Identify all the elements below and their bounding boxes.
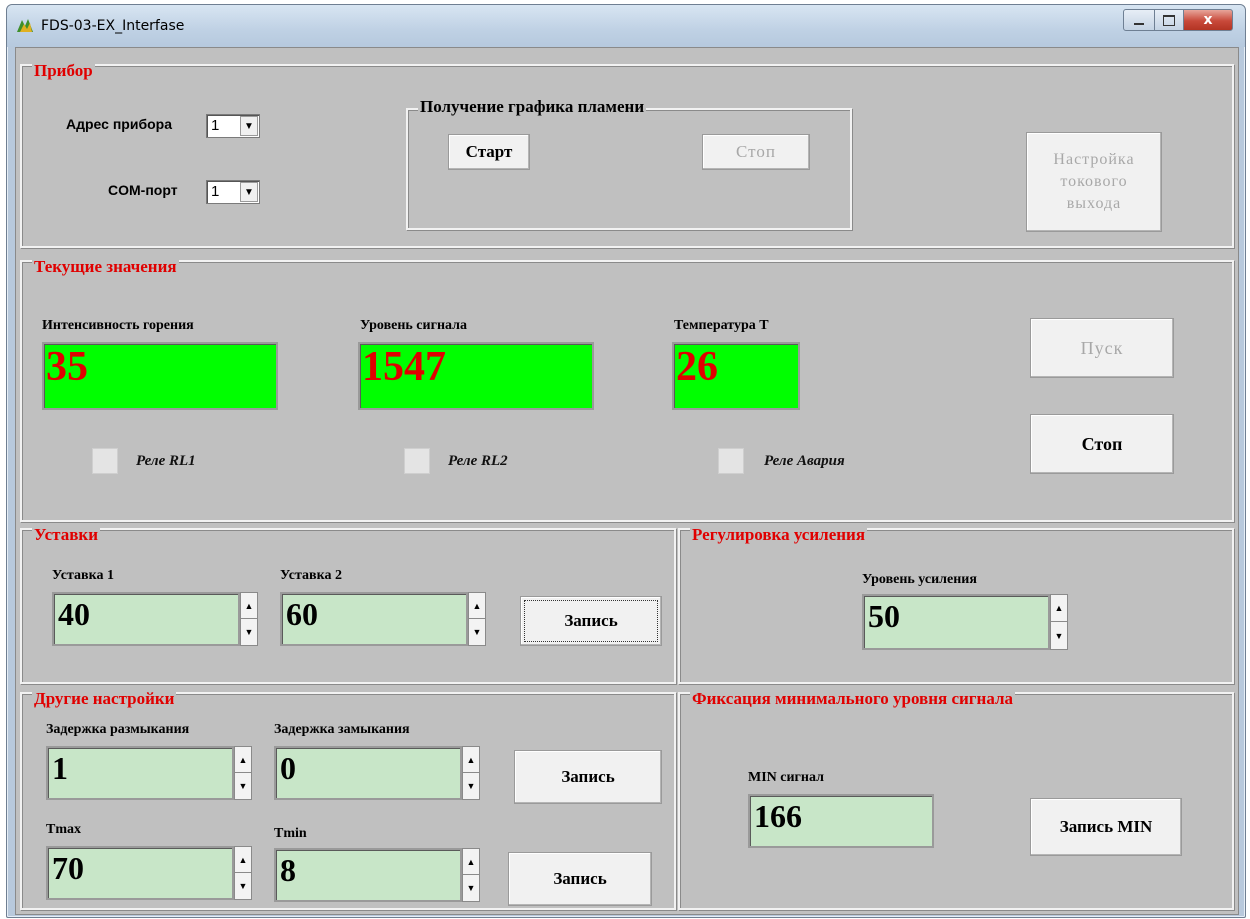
gain-group: Регулировка усиления Уровень усиления 50…	[678, 525, 1234, 684]
flame-stop-button[interactable]: Стоп	[702, 134, 810, 170]
min-signal-value: 166	[748, 794, 934, 848]
tmax-spinner[interactable]: ▲ ▼	[234, 846, 252, 900]
intensity-value: 35	[42, 342, 278, 410]
close-icon: x	[1203, 12, 1213, 28]
run-button[interactable]: Пуск	[1030, 318, 1174, 378]
setpoints-title: Уставки	[32, 525, 101, 544]
setpoints-write-button[interactable]: Запись	[520, 596, 662, 646]
chevron-down-icon[interactable]: ▼	[240, 116, 258, 136]
tmin-spinner[interactable]: ▲ ▼	[462, 848, 480, 902]
arrow-down-icon[interactable]: ▼	[235, 773, 251, 799]
arrow-up-icon[interactable]: ▲	[469, 593, 485, 619]
relay-rl2-label: Реле RL2	[448, 453, 508, 469]
relay-rl1-label: Реле RL1	[136, 453, 196, 469]
tmax-input[interactable]: 70	[46, 846, 234, 900]
close-delay-input[interactable]: 0	[274, 746, 462, 800]
setpoint2-input[interactable]: 60	[280, 592, 468, 646]
arrow-down-icon[interactable]: ▼	[1051, 622, 1067, 649]
arrow-down-icon[interactable]: ▼	[463, 773, 479, 799]
delays-write-button[interactable]: Запись	[514, 750, 662, 804]
min-signal-label: MIN сигнал	[748, 770, 824, 785]
address-value: 1	[211, 117, 220, 134]
setpoint1-spinner[interactable]: ▲ ▼	[240, 592, 258, 646]
close-delay-spinner[interactable]: ▲ ▼	[462, 746, 480, 800]
other-settings-group: Другие настройки Задержка размыкания 1 ▲…	[20, 689, 676, 910]
relay-alarm-label: Реле Авария	[764, 453, 845, 469]
open-delay-input[interactable]: 1	[46, 746, 234, 800]
arrow-up-icon[interactable]: ▲	[241, 593, 257, 619]
gain-title: Регулировка усиления	[690, 525, 868, 544]
open-delay-label: Задержка размыкания	[46, 722, 190, 737]
device-group-title: Прибор	[32, 61, 95, 80]
arrow-up-icon[interactable]: ▲	[463, 747, 479, 773]
min-signal-group: Фиксация минимального уровня сигнала MIN…	[678, 689, 1234, 910]
device-group: Прибор Адрес прибора 1 ▼ COM-порт 1 ▼ По…	[20, 61, 1234, 248]
intensity-label: Интенсивность горения	[42, 318, 194, 333]
setpoint1-input[interactable]: 40	[52, 592, 240, 646]
tmin-label: Tmin	[274, 826, 307, 841]
other-settings-title: Другие настройки	[32, 689, 177, 708]
setpoints-group: Уставки Уставка 1 40 ▲ ▼ Уставка 2 60 ▲ …	[20, 525, 676, 684]
min-signal-write-button[interactable]: Запись MIN	[1030, 798, 1182, 856]
open-delay-spinner[interactable]: ▲ ▼	[234, 746, 252, 800]
flame-start-button[interactable]: Старт	[448, 134, 530, 170]
min-signal-title: Фиксация минимального уровня сигнала	[690, 689, 1015, 708]
minimize-button[interactable]	[1123, 9, 1155, 31]
window-title: FDS-03-EX_Interfase	[41, 18, 185, 34]
flame-graph-group: Получение графика пламени Старт Стоп	[406, 98, 852, 230]
arrow-up-icon[interactable]: ▲	[235, 847, 251, 873]
current-values-title: Текущие значения	[32, 257, 179, 276]
client-area: Прибор Адрес прибора 1 ▼ COM-порт 1 ▼ По…	[15, 47, 1239, 915]
close-delay-label: Задержка замыкания	[274, 722, 410, 737]
close-button[interactable]: x	[1183, 9, 1233, 31]
stop-button[interactable]: Стоп	[1030, 414, 1174, 474]
arrow-down-icon[interactable]: ▼	[463, 875, 479, 901]
com-port-select[interactable]: 1 ▼	[206, 180, 260, 204]
temperature-value: 26	[672, 342, 800, 410]
temperature-label: Температура Т	[674, 318, 769, 333]
setpoint2-label: Уставка 2	[280, 568, 342, 583]
gain-level-spinner[interactable]: ▲ ▼	[1050, 594, 1068, 650]
arrow-down-icon[interactable]: ▼	[241, 619, 257, 645]
tmin-input[interactable]: 8	[274, 848, 462, 902]
tmax-label: Tmax	[46, 822, 81, 837]
relay-rl2-checkbox[interactable]	[404, 448, 430, 474]
maximize-icon	[1163, 14, 1175, 26]
current-output-settings-button[interactable]: Настройка токового выхода	[1026, 132, 1162, 232]
setpoint2-spinner[interactable]: ▲ ▼	[468, 592, 486, 646]
arrow-up-icon[interactable]: ▲	[463, 849, 479, 875]
minimize-icon	[1134, 23, 1144, 25]
flame-graph-title: Получение графика пламени	[418, 97, 647, 116]
gain-level-label: Уровень усиления	[862, 572, 977, 587]
com-port-value: 1	[211, 183, 220, 200]
arrow-up-icon[interactable]: ▲	[235, 747, 251, 773]
maximize-button[interactable]	[1154, 9, 1184, 31]
temps-write-button[interactable]: Запись	[508, 852, 652, 906]
relay-alarm-checkbox[interactable]	[718, 448, 744, 474]
arrow-down-icon[interactable]: ▼	[469, 619, 485, 645]
address-label: Адрес прибора	[66, 116, 172, 132]
relay-rl1-checkbox[interactable]	[92, 448, 118, 474]
chevron-down-icon[interactable]: ▼	[240, 182, 258, 202]
signal-level-label: Уровень сигнала	[360, 318, 467, 333]
app-icon	[17, 19, 33, 32]
com-port-label: COM-порт	[108, 182, 178, 198]
gain-level-input[interactable]: 50	[862, 594, 1050, 650]
app-window: FDS-03-EX_Interfase x Прибор Адрес прибо…	[6, 4, 1246, 918]
signal-level-value: 1547	[358, 342, 594, 410]
address-select[interactable]: 1 ▼	[206, 114, 260, 138]
current-values-group: Текущие значения Интенсивность горения 3…	[20, 257, 1234, 522]
arrow-down-icon[interactable]: ▼	[235, 873, 251, 899]
title-bar[interactable]: FDS-03-EX_Interfase x	[7, 5, 1245, 47]
setpoint1-label: Уставка 1	[52, 568, 114, 583]
arrow-up-icon[interactable]: ▲	[1051, 595, 1067, 622]
